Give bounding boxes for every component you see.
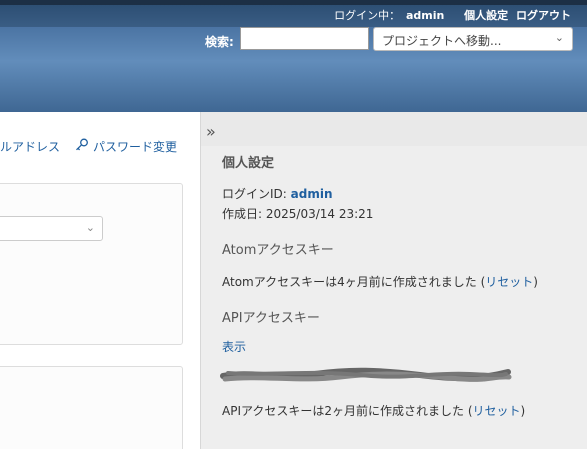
login-id-link[interactable]: admin [291, 187, 333, 201]
created-on-value: 2025/03/14 23:21 [265, 207, 374, 221]
api-key-show-label: 表示 [222, 340, 247, 354]
header: 検索: プロジェクトへ移動... ⌄ [0, 27, 587, 112]
atom-key-heading: Atomアクセスキー [222, 243, 334, 258]
api-close-paren: ) [520, 404, 526, 418]
project-jump-select[interactable]: プロジェクトへ移動... ⌄ [373, 27, 573, 51]
logged-in-label: ログイン中： [334, 9, 401, 22]
redacted-key-scribble [220, 367, 512, 382]
preferences-box [0, 183, 183, 345]
sidebar-toggle-icon[interactable]: » [206, 122, 216, 141]
created-on-row: 作成日: 2025/03/14 23:21 [222, 205, 373, 222]
chevron-down-icon: ⌄ [554, 31, 564, 44]
my-account-link[interactable]: 個人設定 [464, 7, 508, 23]
search-input[interactable] [240, 27, 369, 50]
sidebar-title: 個人設定 [222, 156, 275, 171]
api-key-text: APIアクセスキーは2ヶ月前に作成されました ( [222, 404, 473, 418]
logout-link[interactable]: ログアウト [516, 7, 571, 23]
search-label: 検索: [205, 35, 234, 49]
main-content: ルアドレス パスワード変更 ⌄ [0, 112, 200, 449]
email-address-link[interactable]: ルアドレス [0, 138, 60, 155]
project-jump-label: プロジェクトへ移動... [382, 34, 502, 48]
atom-key-text: Atomアクセスキーは4ヶ月前に作成されました ( [222, 275, 486, 289]
atom-close-paren: ) [533, 275, 538, 289]
api-key-show-link[interactable]: 表示 [222, 338, 246, 355]
sidebar: » 個人設定 ログインID: admin 作成日: 2025/03/14 23:… [200, 112, 587, 449]
chevron-down-icon: ⌄ [85, 221, 95, 234]
top-menu: ログイン中： admin 個人設定 ログアウト [0, 0, 587, 27]
logged-in-user-link[interactable]: admin [406, 9, 444, 22]
login-id-label: ログインID: [222, 187, 291, 201]
created-on-label: 作成日: [222, 207, 266, 221]
change-password-link[interactable]: パスワード変更 [75, 138, 177, 155]
atom-key-reset-link[interactable]: リセット [485, 275, 533, 289]
settings-box [0, 366, 183, 449]
api-key-status: APIアクセスキーは2ヶ月前に作成されました (リセット) [222, 402, 525, 419]
account-menu: ログイン中： admin 個人設定 ログアウト [334, 7, 571, 23]
api-key-reset-link[interactable]: リセット [473, 404, 521, 418]
key-icon [76, 138, 88, 151]
preference-select[interactable]: ⌄ [0, 216, 103, 241]
atom-key-status: Atomアクセスキーは4ヶ月前に作成されました (リセット) [222, 273, 538, 290]
login-id-row: ログインID: admin [222, 185, 333, 202]
change-password-label: パスワード変更 [93, 140, 178, 154]
api-key-heading: APIアクセスキー [222, 311, 320, 326]
sidebar-header: » [201, 112, 587, 146]
